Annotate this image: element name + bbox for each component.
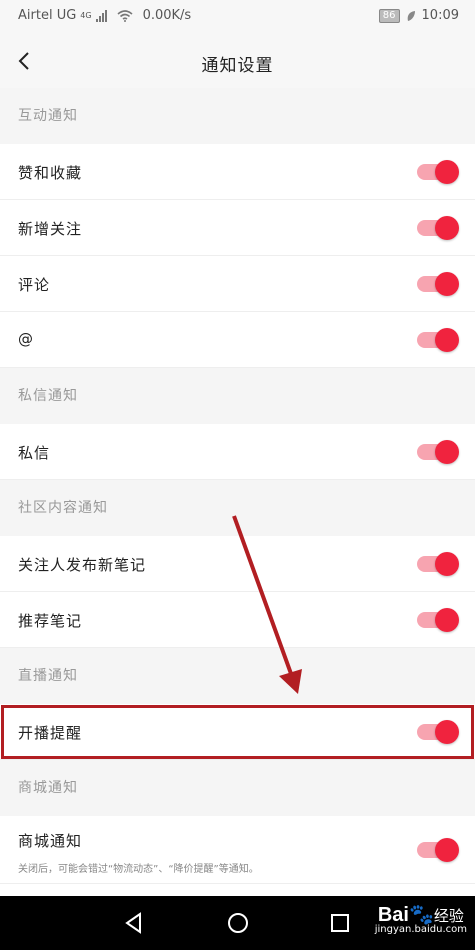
toggle-switch[interactable] <box>415 838 459 862</box>
setting-row-comments: 评论 <box>0 256 475 312</box>
section-header-live: 直播通知 <box>0 648 475 704</box>
setting-label: 推荐笔记 <box>18 612 83 630</box>
setting-label: 赞和收藏 <box>18 164 83 182</box>
watermark-url: jingyan.baidu.com <box>374 924 467 935</box>
status-bar: Airtel UG 4G 0.00K/s 86 10:09 <box>0 0 475 34</box>
setting-row-new-followers: 新增关注 <box>0 200 475 256</box>
wifi-icon <box>117 9 133 22</box>
setting-row-recommended-notes: 推荐笔记 <box>0 592 475 648</box>
toggle-switch[interactable] <box>415 440 459 464</box>
setting-label: 新增关注 <box>18 220 83 238</box>
setting-label: 私信 <box>18 444 51 462</box>
setting-row-mall-notification: 商城通知 关闭后，可能会错过“物流动态”、“降价提醒”等通知。 <box>0 816 475 884</box>
nav-bar: 通知设置 <box>0 34 475 88</box>
setting-row-mentions: @ <box>0 312 475 368</box>
section-header-mall: 商城通知 <box>0 760 475 816</box>
setting-label: 开播提醒 <box>18 724 83 742</box>
watermark-brand: Bai <box>377 904 409 926</box>
setting-label: 商城通知 <box>18 832 83 850</box>
paw-icon: 🐾 <box>408 904 434 926</box>
system-nav-bar: Bai🐾经验 jingyan.baidu.com <box>0 896 475 950</box>
toggle-switch[interactable] <box>415 552 459 576</box>
watermark-brand-suffix: 经验 <box>433 908 464 925</box>
setting-row-followed-new-notes: 关注人发布新笔记 <box>0 536 475 592</box>
home-circle-icon[interactable] <box>224 909 252 937</box>
setting-label: @ <box>18 330 34 348</box>
section-header-private-message: 私信通知 <box>0 368 475 424</box>
toggle-switch[interactable] <box>415 272 459 296</box>
setting-label: 评论 <box>18 276 51 294</box>
network-speed: 0.00K/s <box>142 8 192 23</box>
toggle-switch[interactable] <box>415 608 459 632</box>
carrier-label: Airtel UG <box>18 8 77 23</box>
toggle-switch[interactable] <box>415 328 459 352</box>
toggle-switch[interactable] <box>415 720 459 744</box>
toggle-switch[interactable] <box>415 160 459 184</box>
setting-label: 关注人发布新笔记 <box>18 556 147 574</box>
settings-list: 互动通知 赞和收藏 新增关注 评论 @ 私信通知 私信 社区内容通知 关注人发布… <box>0 88 475 884</box>
network-type: 4G <box>80 11 92 20</box>
signal-icon <box>95 9 107 22</box>
setting-row-private-message: 私信 <box>0 424 475 480</box>
battery-icon: 86 <box>378 8 400 23</box>
section-header-interaction: 互动通知 <box>0 88 475 144</box>
setting-row-likes-collections: 赞和收藏 <box>0 144 475 200</box>
leaf-icon <box>407 10 415 21</box>
toggle-switch[interactable] <box>415 216 459 240</box>
recents-square-icon[interactable] <box>326 909 354 937</box>
clock: 10:09 <box>421 8 459 23</box>
page-title: 通知设置 <box>201 56 274 76</box>
section-header-community: 社区内容通知 <box>0 480 475 536</box>
setting-row-live-start-reminder: 开播提醒 <box>0 704 475 760</box>
setting-note: 关闭后，可能会错过“物流动态”、“降价提醒”等通知。 <box>18 864 259 875</box>
back-triangle-icon[interactable] <box>120 909 148 937</box>
watermark: Bai🐾经验 jingyan.baidu.com <box>375 902 467 935</box>
